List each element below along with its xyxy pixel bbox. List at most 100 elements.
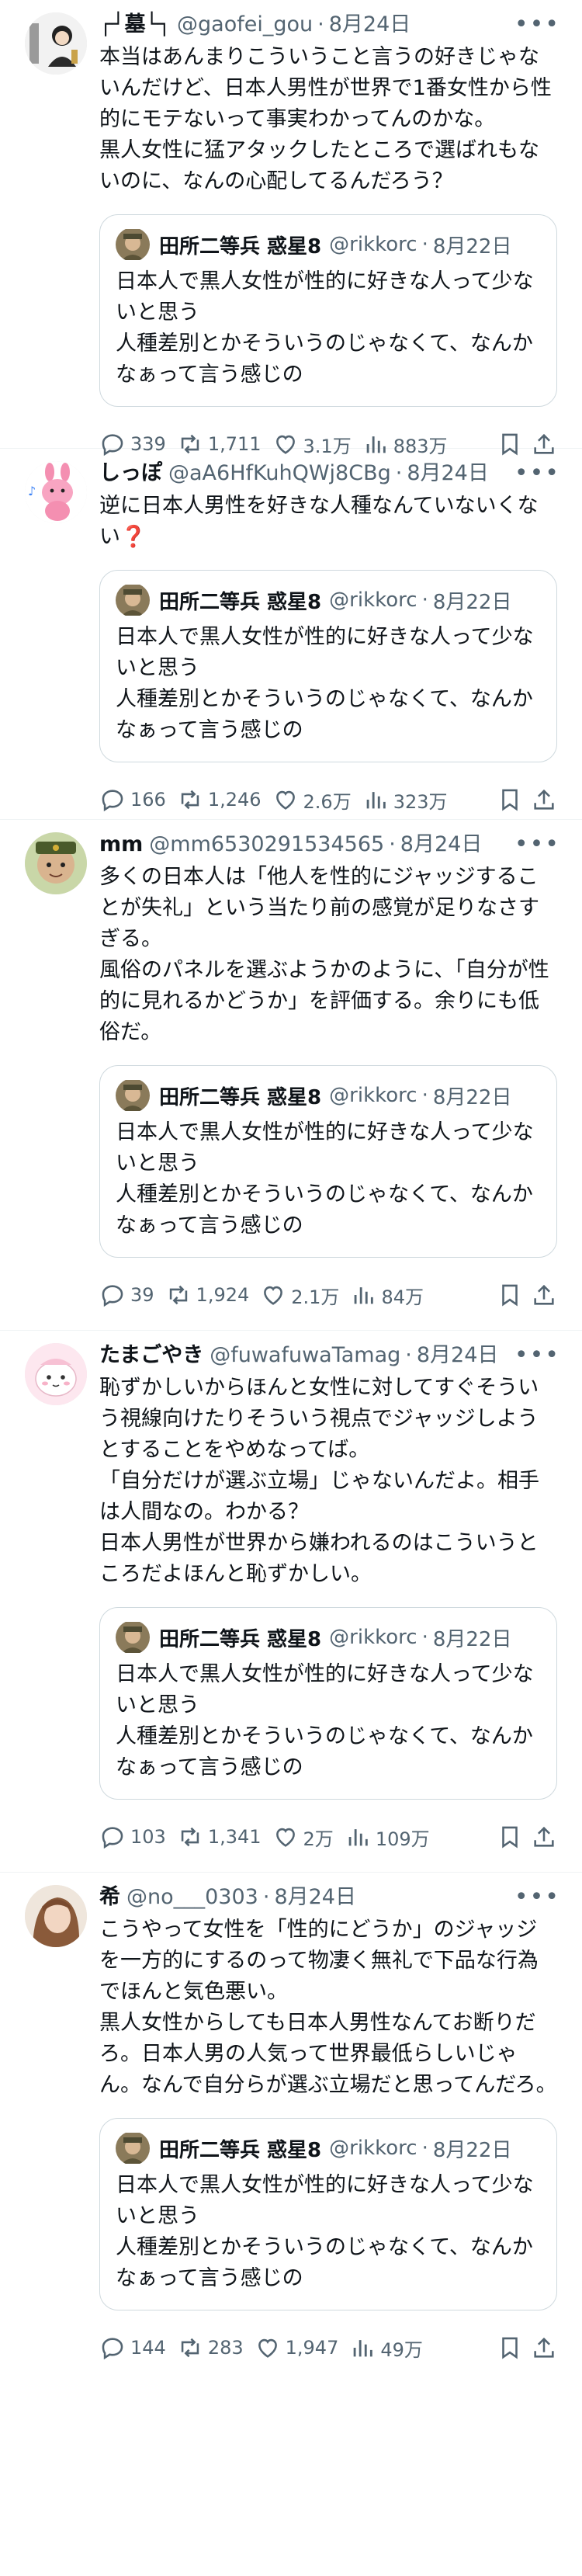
separator-dot: · — [421, 233, 428, 256]
reply-button[interactable]: 166 — [99, 786, 166, 813]
reply-button[interactable]: 144 — [99, 2335, 166, 2361]
separator-dot: · — [421, 588, 428, 612]
retweet-icon — [181, 790, 199, 810]
tweet[interactable]: ••• たまごやき @fuwafuwaTamag · 8月24日 恥ずかしいから… — [0, 1331, 582, 1873]
retweet-button[interactable]: 1,246 — [177, 786, 262, 813]
quote-timestamp: 8月22日 — [432, 1085, 512, 1109]
retweet-count: 1,341 — [207, 1826, 262, 1848]
quote-text: 日本人で黒人女性が性的に好きな人って少ないと思う 人種差別とかそういうのじゃなく… — [116, 2173, 534, 2290]
more-icon[interactable]: ••• — [514, 460, 560, 487]
quoted-tweet[interactable]: 田所二等兵 惑星8 @rikkorc · 8月22日 日本人で黒人女性が性的に好… — [99, 570, 557, 762]
reply-button[interactable]: 39 — [99, 1282, 154, 1308]
avatar-image — [25, 1343, 87, 1405]
timestamp[interactable]: 8月24日 — [329, 9, 411, 40]
share-button[interactable] — [531, 1282, 557, 1308]
more-icon[interactable]: ••• — [514, 1883, 560, 1911]
retweet-button[interactable]: 1,341 — [177, 1824, 262, 1850]
timestamp[interactable]: 8月24日 — [407, 458, 489, 489]
tweet[interactable]: ••• ┌┘墓└┐ @gaofei_gou · 8月24日 本当はあんまりこうい… — [0, 0, 582, 457]
views-button[interactable]: 49万 — [349, 2335, 423, 2362]
bookmark-button[interactable] — [497, 786, 523, 813]
views-button[interactable]: 84万 — [350, 1282, 424, 1309]
avatar[interactable] — [25, 1885, 87, 1947]
quote-header: 田所二等兵 惑星8 @rikkorc · 8月22日 — [116, 229, 541, 260]
reply-icon — [102, 790, 123, 812]
more-icon[interactable]: ••• — [514, 1342, 560, 1369]
like-button[interactable]: 2万 — [272, 1824, 334, 1851]
reply-icon — [102, 2338, 123, 2360]
share-button[interactable] — [531, 1824, 557, 1850]
separator-dot: · — [421, 1626, 428, 1649]
quoted-tweet[interactable]: 田所二等兵 惑星8 @rikkorc · 8月22日 日本人で黒人女性が性的に好… — [99, 1607, 557, 1800]
share-button[interactable] — [531, 786, 557, 813]
quoted-tweet[interactable]: 田所二等兵 惑星8 @rikkorc · 8月22日 日本人で黒人女性が性的に好… — [99, 214, 557, 407]
share-icon — [534, 2337, 554, 2358]
quoted-tweet[interactable]: 田所二等兵 惑星8 @rikkorc · 8月22日 日本人で黒人女性が性的に好… — [99, 2118, 557, 2310]
avatar[interactable] — [25, 1343, 87, 1405]
avatar[interactable]: ♪ — [25, 461, 87, 523]
tweet-header: ┌┘墓└┐ @gaofei_gou · 8月24日 — [99, 9, 557, 40]
display-name[interactable]: たまごやき — [99, 1340, 203, 1371]
like-button[interactable]: 1,947 — [255, 2335, 339, 2361]
view-count: 323万 — [393, 790, 448, 813]
avatar[interactable] — [25, 12, 87, 75]
reply-button[interactable]: 103 — [99, 1824, 166, 1850]
display-name[interactable]: mm — [99, 829, 143, 860]
tweet-text: 恥ずかしいからほんと女性に対してすぐそういう視線向けたりそういう視点でジャッジし… — [99, 1376, 539, 1586]
timestamp[interactable]: 8月24日 — [400, 829, 483, 860]
like-button[interactable]: 2.6万 — [272, 786, 352, 814]
username[interactable]: @aA6HfKuhQWj8CBg — [168, 458, 391, 489]
retweet-button[interactable]: 283 — [177, 2335, 244, 2361]
separator-dot: · — [389, 832, 396, 856]
like-count: 1,947 — [285, 2337, 339, 2359]
quoted-tweet[interactable]: 田所二等兵 惑星8 @rikkorc · 8月22日 日本人で黒人女性が性的に好… — [99, 1065, 557, 1258]
view-count: 84万 — [381, 1286, 424, 1308]
username[interactable]: @fuwafuwaTamag — [210, 1340, 400, 1371]
like-icon — [275, 1828, 295, 1847]
reply-count: 103 — [130, 1826, 166, 1848]
tweet-header: たまごやき @fuwafuwaTamag · 8月24日 — [99, 1340, 557, 1371]
views-button[interactable]: 109万 — [345, 1824, 430, 1851]
quote-text: 日本人で黒人女性が性的に好きな人って少ないと思う 人種差別とかそういうのじゃなく… — [116, 1662, 534, 1779]
timestamp[interactable]: 8月24日 — [417, 1340, 499, 1371]
like-icon — [264, 1286, 283, 1305]
tweet[interactable]: ♪ ••• しっぽ @aA6HfKuhQWj8CBg · 8月24日 逆に日本人… — [0, 449, 582, 820]
bookmark-button[interactable] — [497, 2335, 523, 2361]
like-count: 2.6万 — [303, 790, 352, 813]
display-name[interactable]: ┌┘墓└┐ — [99, 9, 171, 40]
username[interactable]: @no___0303 — [126, 1882, 258, 1913]
quote-display-name: 田所二等兵 惑星8 — [159, 1627, 322, 1651]
tweet[interactable]: ••• 希 @no___0303 · 8月24日 こうやって女性を「性的にどうか… — [0, 1873, 582, 2416]
separator-dot: · — [405, 1343, 412, 1367]
share-button[interactable] — [531, 2335, 557, 2361]
retweet-button[interactable]: 1,924 — [165, 1282, 250, 1308]
more-icon[interactable]: ••• — [514, 831, 560, 858]
display-name[interactable]: しっぽ — [99, 458, 162, 489]
username[interactable]: @mm6530291534565 — [149, 829, 384, 860]
retweet-count: 1,924 — [196, 1284, 250, 1306]
avatar[interactable] — [25, 832, 87, 894]
username[interactable]: @gaofei_gou — [177, 9, 313, 40]
action-bar: 103 1,341 2万 109万 — [99, 1800, 557, 1874]
quote-avatar — [116, 1080, 150, 1111]
retweet-icon — [181, 1827, 199, 1847]
views-button[interactable]: 323万 — [362, 786, 448, 814]
more-icon[interactable]: ••• — [514, 11, 560, 38]
bookmark-button[interactable] — [497, 1824, 523, 1850]
like-icon — [275, 790, 295, 810]
quote-display-name: 田所二等兵 惑星8 — [159, 590, 322, 614]
timestamp[interactable]: 8月24日 — [274, 1882, 356, 1913]
tweet[interactable]: ••• mm @mm6530291534565 · 8月24日 多くの日本人は「… — [0, 820, 582, 1331]
bookmark-button[interactable] — [497, 1282, 523, 1308]
display-name[interactable]: 希 — [99, 1882, 120, 1913]
bookmark-icon — [502, 1284, 518, 1307]
tweet-text: 多くの日本人は「他人を性的にジャッジすることが失礼」という当たり前の感覚が足りな… — [99, 865, 549, 1044]
share-icon — [534, 1284, 554, 1305]
like-button[interactable]: 2.1万 — [260, 1282, 339, 1309]
quote-timestamp: 8月22日 — [432, 2138, 512, 2162]
separator-dot: · — [421, 2137, 428, 2160]
quote-text: 日本人で黒人女性が性的に好きな人って少ないと思う 人種差別とかそういうのじゃなく… — [116, 1120, 534, 1238]
retweet-count: 283 — [207, 2337, 244, 2359]
bookmark-icon — [502, 789, 518, 811]
action-bar: 144 283 1,947 49万 — [99, 2310, 557, 2385]
